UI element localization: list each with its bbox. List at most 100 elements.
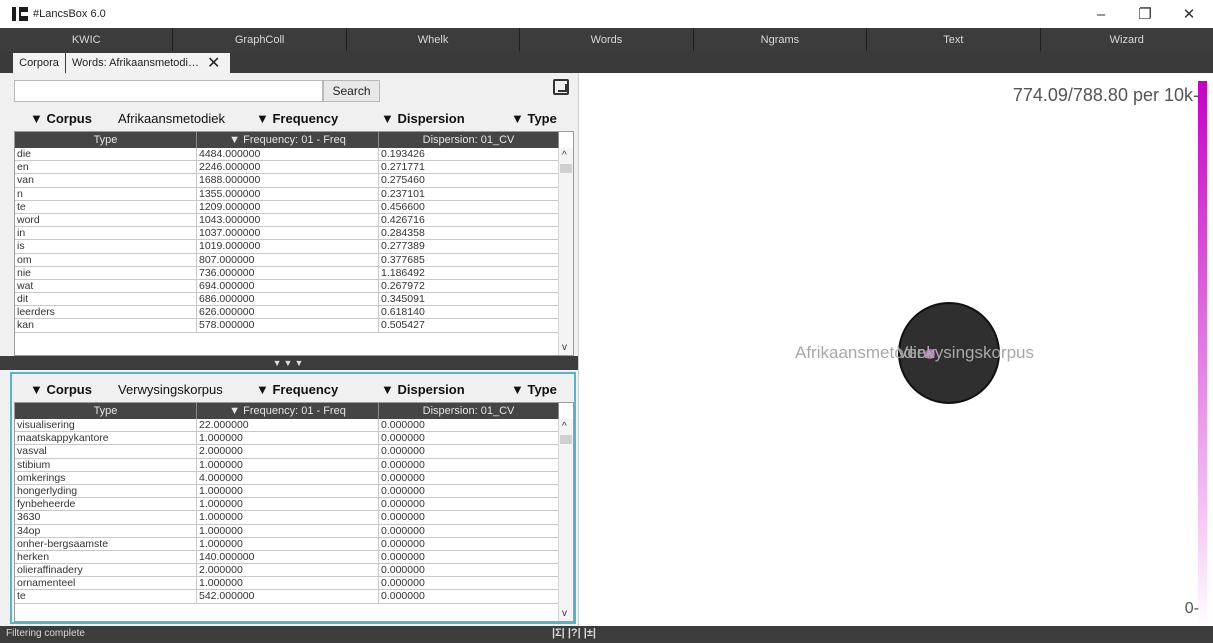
table-row[interactable]: en 2246.000000 0.271771 — [15, 161, 559, 175]
frequency-cell: 1688.000000 — [197, 174, 379, 188]
dispersion-cell: 0.284358 — [379, 227, 559, 241]
type-cell: word — [15, 213, 197, 227]
status-bar: Filtering complete |Σ| |?| |±| — [0, 626, 1213, 643]
upper-frequency-dropdown[interactable]: ▼ Frequency — [256, 111, 338, 126]
lower-table-scrollbar[interactable]: ^ v — [558, 419, 573, 621]
table-row[interactable]: 34op 1.000000 0.000000 — [15, 524, 559, 538]
upper-dispersion-dropdown[interactable]: ▼ Dispersion — [381, 111, 465, 126]
tab-graphcoll[interactable]: GraphColl — [173, 28, 347, 51]
lower-column-type[interactable]: Type — [15, 403, 197, 419]
frequency-cell: 1.000000 — [197, 484, 379, 498]
tab-kwic[interactable]: KWIC — [0, 28, 174, 51]
table-row[interactable]: is 1019.000000 0.277389 — [15, 240, 559, 254]
frequency-cell: 1.000000 — [197, 432, 379, 446]
table-row[interactable]: in 1037.000000 0.284358 — [15, 227, 559, 241]
frequency-cell: 1209.000000 — [197, 200, 379, 214]
lower-dispersion-dropdown[interactable]: ▼ Dispersion — [381, 382, 465, 397]
frequency-cell: 2.000000 — [197, 445, 379, 459]
upper-corpus-dropdown[interactable]: ▼ Corpus — [30, 111, 92, 126]
tab-words-label: Words: Afrikaansmetodi… — [72, 57, 199, 69]
table-row[interactable]: leerders 626.000000 0.618140 — [15, 306, 559, 320]
table-row[interactable]: wat 694.000000 0.267972 — [15, 279, 559, 294]
table-row[interactable]: vasval 2.000000 0.000000 — [15, 445, 559, 459]
table-row[interactable]: n 1355.000000 0.237101 — [15, 187, 559, 201]
lower-filter-bar: ▼ Corpus Verwysingskorpus ▼ Frequency ▼ … — [14, 378, 562, 402]
tab-words[interactable]: Words — [520, 28, 694, 51]
upper-filter-bar: ▼ Corpus Afrikaansmetodiek ▼ Frequency ▼… — [14, 107, 562, 131]
dispersion-cell: 0.426716 — [379, 213, 559, 227]
table-row[interactable]: ornamenteel 1.000000 0.000000 — [15, 577, 559, 591]
save-icon[interactable] — [553, 79, 569, 95]
scrollbar-thumb[interactable] — [560, 164, 572, 173]
type-cell: fynbeheerde — [15, 498, 197, 512]
table-row[interactable]: om 807.000000 0.377685 — [15, 253, 559, 267]
table-row[interactable]: nie 736.000000 1.186492 — [15, 266, 559, 280]
status-tool-icons[interactable]: |Σ| |?| |±| — [552, 627, 596, 639]
upper-column-dispersion[interactable]: Dispersion: 01_CV — [379, 132, 559, 148]
dispersion-cell: 0.275460 — [379, 174, 559, 188]
table-row[interactable]: omkerings 4.000000 0.000000 — [15, 471, 559, 485]
lower-column-frequency[interactable]: ▼ Frequency: 01 - Freq — [197, 403, 379, 419]
frequency-cell: 1.000000 — [197, 524, 379, 538]
dispersion-cell: 0.000000 — [379, 458, 559, 472]
tab-corpora[interactable]: Corpora — [13, 53, 65, 73]
type-cell: n — [15, 187, 197, 201]
tab-whelk[interactable]: Whelk — [347, 28, 521, 51]
type-cell: om — [15, 253, 197, 267]
table-row[interactable]: dit 686.000000 0.345091 — [15, 293, 559, 307]
type-cell: te — [15, 200, 197, 214]
type-cell: ornamenteel — [15, 577, 197, 591]
lower-column-dispersion[interactable]: Dispersion: 01_CV — [379, 403, 559, 419]
scroll-up-icon[interactable]: ^ — [562, 421, 567, 432]
table-row[interactable]: hongerlyding 1.000000 0.000000 — [15, 484, 559, 499]
tab-wizard[interactable]: Wizard — [1041, 28, 1213, 51]
table-row[interactable]: word 1043.000000 0.426716 — [15, 213, 559, 228]
table-row[interactable]: die 4484.000000 0.193426 — [15, 148, 559, 162]
table-row[interactable]: visualisering 22.000000 0.000000 — [15, 419, 559, 433]
close-tab-icon[interactable]: ✕ — [207, 53, 220, 73]
upper-type-dropdown[interactable]: ▼ Type — [511, 111, 557, 126]
table-row[interactable]: fynbeheerde 1.000000 0.000000 — [15, 498, 559, 512]
maximize-button[interactable]: ❐ — [1125, 2, 1165, 26]
type-cell: nie — [15, 266, 197, 280]
table-row[interactable]: 3630 1.000000 0.000000 — [15, 511, 559, 525]
upper-column-type[interactable]: Type — [15, 132, 197, 148]
upper-table-scrollbar[interactable]: ^ v — [558, 148, 573, 355]
type-cell: 3630 — [15, 511, 197, 525]
lower-corpus-dropdown[interactable]: ▼ Corpus — [30, 382, 92, 397]
table-row[interactable]: herken 140.000000 0.000000 — [15, 550, 559, 565]
close-button[interactable]: ✕ — [1169, 2, 1209, 26]
tab-words-document[interactable]: Words: Afrikaansmetodi… ✕ — [66, 53, 230, 73]
minimize-button[interactable]: – — [1081, 2, 1121, 26]
scroll-up-icon[interactable]: ^ — [562, 150, 567, 161]
table-row[interactable]: stibium 1.000000 0.000000 — [15, 458, 559, 472]
type-cell: onher-bergsaamste — [15, 537, 197, 551]
search-button[interactable]: Search — [323, 80, 380, 102]
lower-frequency-table: Type ▼ Frequency: 01 - Freq Dispersion: … — [14, 402, 574, 622]
scrollbar-thumb[interactable] — [560, 435, 572, 444]
scroll-down-icon[interactable]: v — [562, 608, 567, 619]
frequency-scale-bar — [1198, 81, 1207, 627]
lower-frequency-dropdown[interactable]: ▼ Frequency — [256, 382, 338, 397]
lower-type-dropdown[interactable]: ▼ Type — [511, 382, 557, 397]
type-cell: maatskappykantore — [15, 432, 197, 446]
type-cell: 34op — [15, 524, 197, 538]
type-cell: is — [15, 240, 197, 254]
type-cell: visualisering — [15, 419, 197, 432]
table-row[interactable]: van 1688.000000 0.275460 — [15, 174, 559, 188]
search-input[interactable] — [14, 80, 323, 102]
frequency-cell: 1.000000 — [197, 498, 379, 512]
tab-ngrams[interactable]: Ngrams — [694, 28, 868, 51]
dispersion-cell: 0.618140 — [379, 306, 559, 320]
tab-text[interactable]: Text — [867, 28, 1041, 51]
table-row[interactable]: onher-bergsaamste 1.000000 0.000000 — [15, 537, 559, 551]
table-row[interactable]: olieraffinadery 2.000000 0.000000 — [15, 564, 559, 578]
scroll-down-icon[interactable]: v — [562, 342, 567, 353]
panel-splitter[interactable]: ▼▼▼ — [0, 356, 578, 370]
upper-column-frequency[interactable]: ▼ Frequency: 01 - Freq — [197, 132, 379, 148]
table-row[interactable]: te 1209.000000 0.456600 — [15, 200, 559, 214]
frequency-cell: 2.000000 — [197, 564, 379, 578]
table-row[interactable]: maatskappykantore 1.000000 0.000000 — [15, 432, 559, 446]
table-row[interactable]: kan 578.000000 0.505427 — [15, 319, 559, 333]
table-row[interactable]: te 542.000000 0.000000 — [15, 590, 559, 604]
